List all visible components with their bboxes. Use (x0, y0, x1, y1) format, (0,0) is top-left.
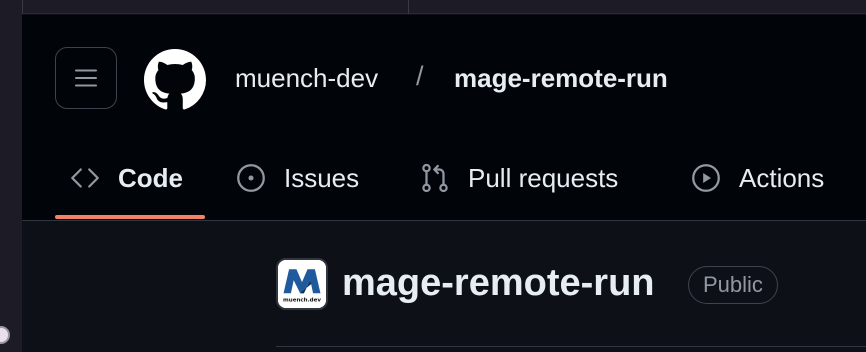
repo-name-link[interactable]: mage-remote-run (454, 63, 668, 94)
tab-issues-label: Issues (284, 162, 360, 193)
muench-dev-logo-icon: muench.dev (278, 260, 326, 308)
window-top-divider (408, 0, 409, 14)
section-divider (276, 346, 866, 347)
tab-code-label: Code (118, 162, 183, 193)
window-top-bar (0, 0, 866, 14)
tab-issues[interactable]: Issues (234, 135, 359, 221)
repo-title-section: muench.dev mage-remote-run Public (22, 222, 866, 352)
repo-owner-avatar[interactable]: muench.dev (276, 258, 328, 310)
tab-actions[interactable]: Actions (689, 135, 824, 221)
play-icon (689, 161, 723, 195)
repo-header: muench-dev / mage-remote-run Code Issues (22, 15, 866, 221)
open-menu-button[interactable] (55, 47, 117, 109)
hamburger-icon (75, 69, 97, 87)
visibility-badge: Public (688, 266, 778, 304)
git-pull-request-icon (418, 161, 452, 195)
owner-link[interactable]: muench-dev (235, 63, 378, 94)
github-logo-icon[interactable] (144, 49, 206, 111)
window-top-divider (22, 0, 23, 14)
tab-pull-requests[interactable]: Pull requests (418, 135, 618, 221)
code-icon (68, 161, 102, 195)
tab-code[interactable]: Code (68, 135, 183, 221)
svg-text:muench.dev: muench.dev (283, 298, 321, 304)
breadcrumb-separator: / (416, 61, 424, 91)
issue-opened-icon (234, 161, 268, 195)
tab-actions-label: Actions (739, 162, 825, 193)
window-left-bar (0, 0, 22, 352)
repo-tabs: Code Issues Pull requests Actions (22, 135, 866, 221)
repo-title[interactable]: mage-remote-run (342, 262, 655, 305)
tab-pull-requests-label: Pull requests (468, 162, 619, 193)
active-tab-indicator (55, 215, 205, 219)
